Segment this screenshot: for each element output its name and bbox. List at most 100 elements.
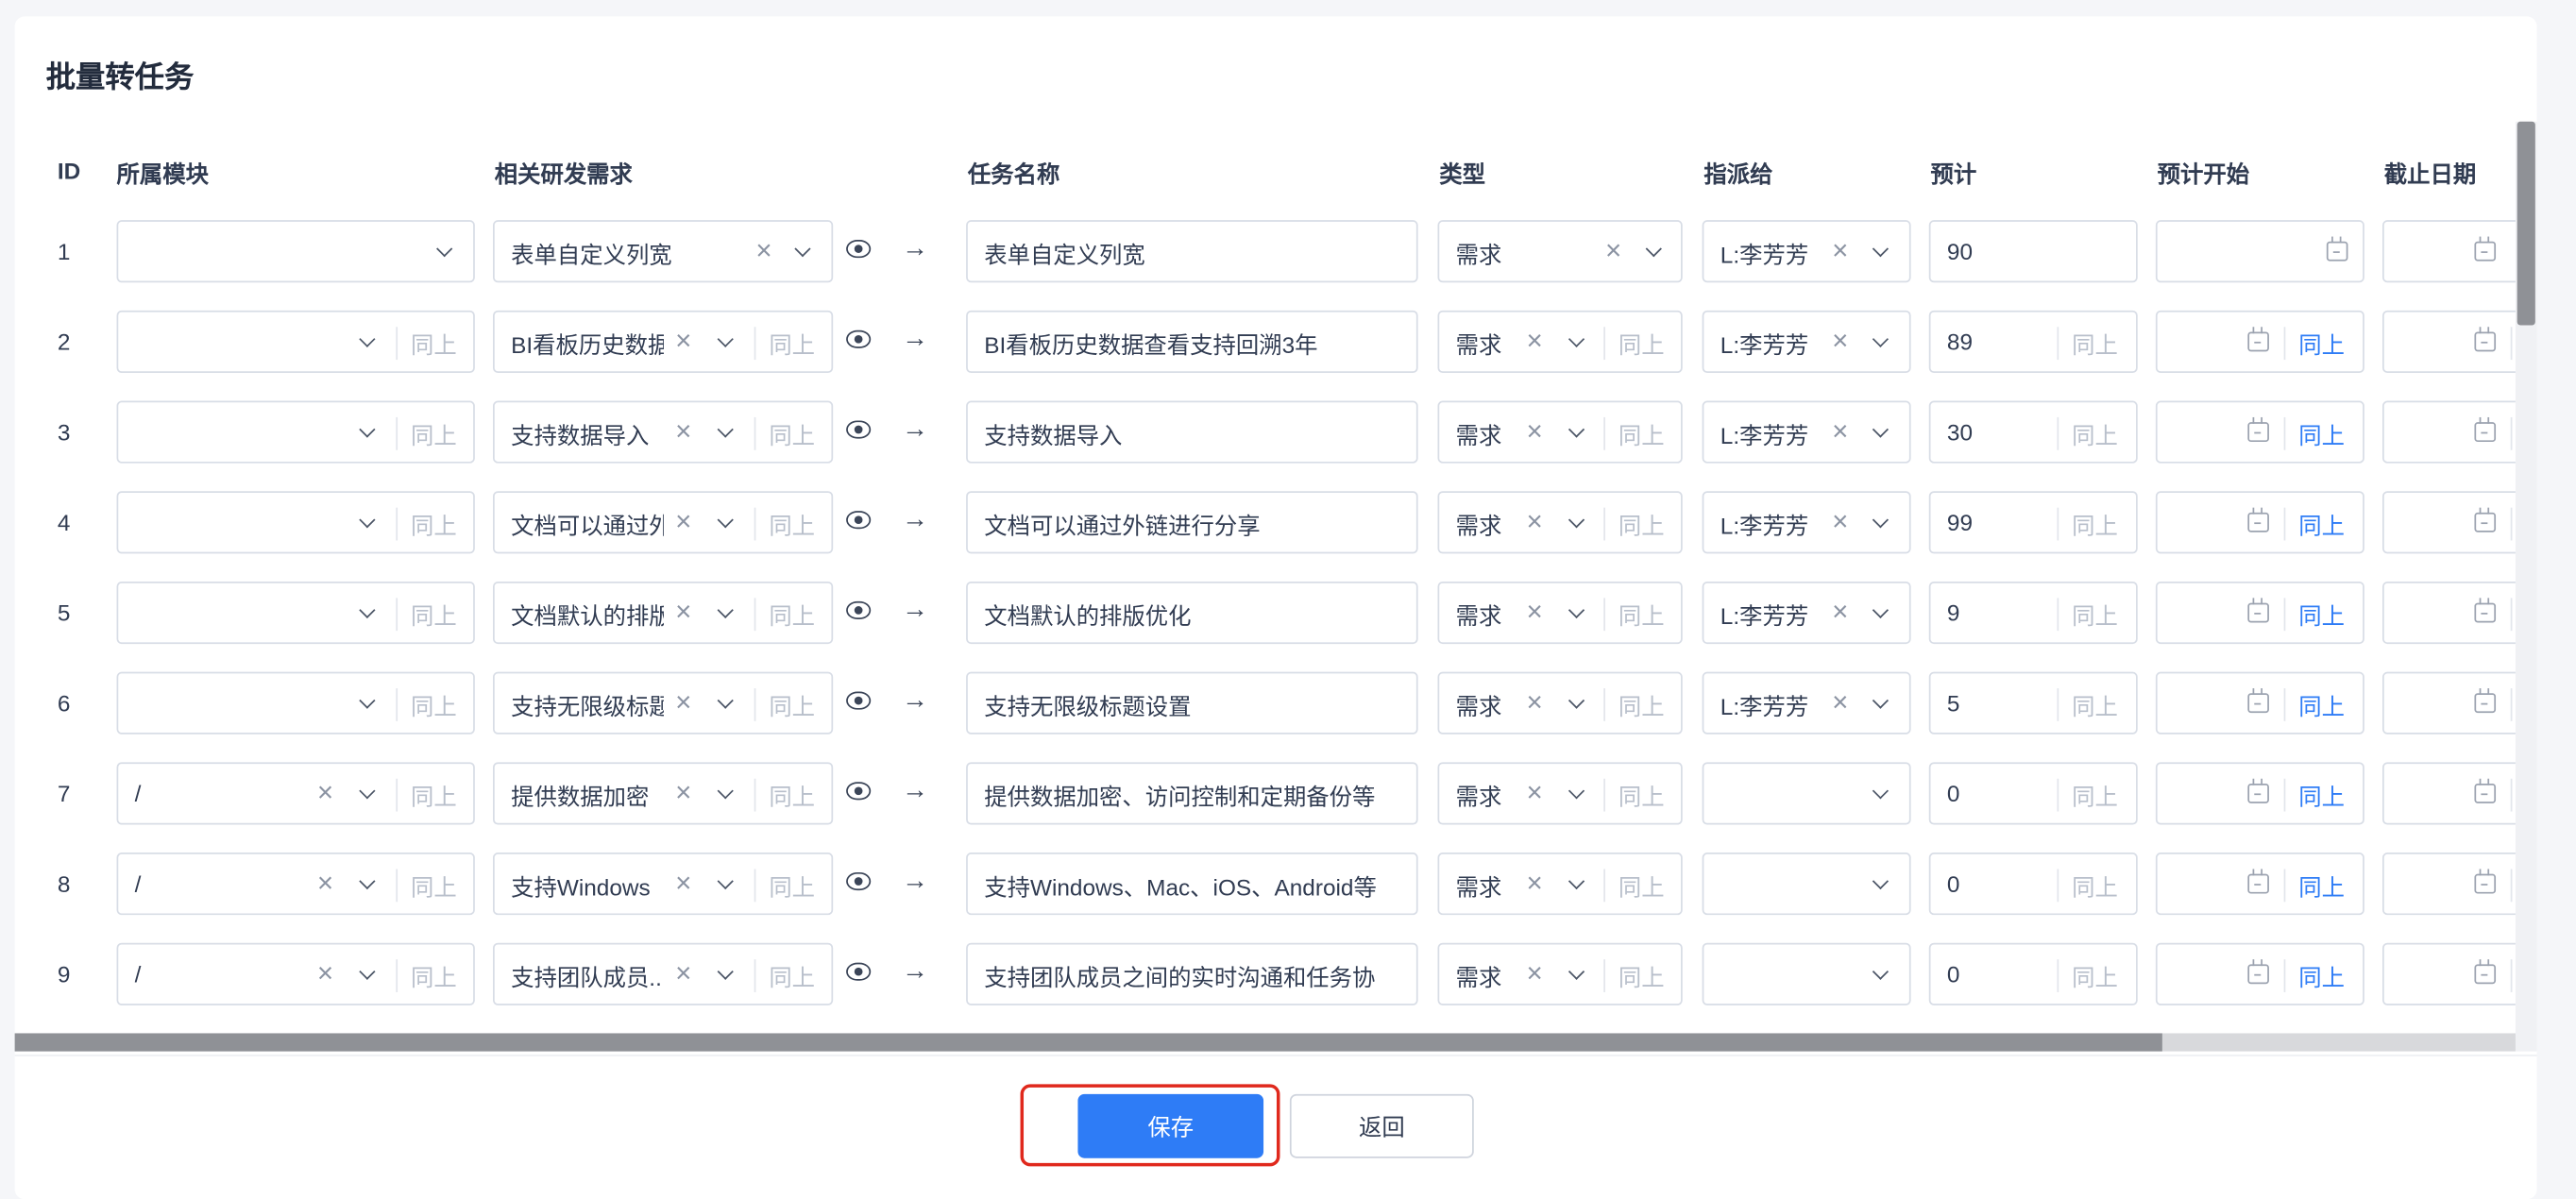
estimate-input[interactable]: 30 同上 [1928,400,2138,464]
assignee-select[interactable]: L:李芳芳 × [1702,310,1911,373]
clear-icon[interactable]: × [1526,778,1542,808]
story-select[interactable]: 文档默认的排版优化 × 同上 [493,581,834,645]
deadline-date-picker[interactable] [2382,942,2516,1005]
view-eye-icon[interactable] [846,962,872,981]
clear-icon[interactable]: × [675,958,691,988]
type-select[interactable]: 需求 × 同上 [1437,310,1683,373]
module-select[interactable] [116,220,475,283]
view-eye-icon[interactable] [846,871,872,891]
story-select[interactable]: BI看板历史数据查看支持回溯3年 × 同上 [493,310,834,373]
est-start-date-picker[interactable]: 同上 [2155,942,2364,1005]
type-select[interactable]: 需求 × 同上 [1437,853,1683,916]
view-eye-icon[interactable] [846,420,872,439]
story-select[interactable]: 支持数据导入 × 同上 [493,400,834,464]
back-button[interactable]: 返回 [1289,1093,1474,1158]
clear-icon[interactable]: × [1832,326,1848,356]
clear-icon[interactable]: × [1832,687,1848,718]
type-select[interactable]: 需求 × [1437,220,1683,283]
clear-icon[interactable]: × [1605,236,1621,266]
est-start-date-picker[interactable]: 同上 [2155,762,2364,825]
module-select[interactable]: 同上 [116,581,475,645]
estimate-input[interactable]: 9 同上 [1928,581,2138,645]
vertical-scrollbar-thumb[interactable] [2517,121,2535,326]
clear-icon[interactable]: × [755,236,771,266]
clear-icon[interactable]: × [1526,326,1542,356]
view-eye-icon[interactable] [846,691,872,710]
est-start-date-picker[interactable]: 同上 [2155,671,2364,735]
story-select[interactable]: 提供数据加密 × 同上 [493,762,834,825]
clear-icon[interactable]: × [1526,687,1542,718]
assignee-select[interactable] [1702,762,1911,825]
horizontal-scrollbar-thumb[interactable] [14,1033,2162,1052]
clear-icon[interactable]: × [1832,416,1848,447]
clear-icon[interactable]: × [317,958,333,988]
clear-icon[interactable]: × [675,507,691,537]
save-button[interactable]: 保存 [1077,1093,1264,1158]
clear-icon[interactable]: × [675,597,691,627]
clear-icon[interactable]: × [1526,958,1542,988]
task-name-input[interactable]: 文档可以通过外链进行分享 [966,491,1418,554]
clear-icon[interactable]: × [1832,236,1848,266]
estimate-input[interactable]: 99 同上 [1928,491,2138,554]
clear-icon[interactable]: × [675,869,691,898]
task-name-input[interactable]: 文档默认的排版优化 [966,581,1418,645]
est-start-date-picker[interactable]: 同上 [2155,310,2364,373]
clear-icon[interactable]: × [1832,507,1848,537]
estimate-input[interactable]: 89 同上 [1928,310,2138,373]
type-select[interactable]: 需求 × 同上 [1437,942,1683,1005]
task-name-input[interactable]: 表单自定义列宽 [966,220,1418,283]
clear-icon[interactable]: × [1526,507,1542,537]
deadline-date-picker[interactable] [2382,853,2516,916]
assignee-select[interactable]: L:李芳芳 × [1702,671,1911,735]
view-eye-icon[interactable] [846,329,872,348]
deadline-date-picker[interactable] [2382,671,2516,735]
module-select[interactable]: 同上 [116,491,475,554]
task-name-input[interactable]: BI看板历史数据查看支持回溯3年 [966,310,1418,373]
estimate-input[interactable]: 0 同上 [1928,853,2138,916]
clear-icon[interactable]: × [1526,597,1542,627]
module-select[interactable]: 同上 [116,400,475,464]
est-start-date-picker[interactable]: 同上 [2155,491,2364,554]
type-select[interactable]: 需求 × 同上 [1437,400,1683,464]
estimate-input[interactable]: 5 同上 [1928,671,2138,735]
story-select[interactable]: 表单自定义列宽 × [493,220,834,283]
task-name-input[interactable]: 支持无限级标题设置 [966,671,1418,735]
clear-icon[interactable]: × [1526,869,1542,898]
story-select[interactable]: 支持Windows × 同上 [493,853,834,916]
horizontal-scrollbar[interactable] [14,1033,2516,1052]
clear-icon[interactable]: × [317,778,333,808]
clear-icon[interactable]: × [675,778,691,808]
deadline-date-picker[interactable] [2382,310,2516,373]
view-eye-icon[interactable] [846,600,872,619]
deadline-date-picker[interactable] [2382,400,2516,464]
clear-icon[interactable]: × [675,416,691,447]
est-start-date-picker[interactable] [2155,220,2364,283]
task-name-input[interactable]: 支持团队成员之间的实时沟通和任务协 [966,942,1418,1005]
est-start-date-picker[interactable]: 同上 [2155,853,2364,916]
deadline-date-picker[interactable] [2382,491,2516,554]
view-eye-icon[interactable] [846,782,872,801]
module-select[interactable]: / × 同上 [116,762,475,825]
story-select[interactable]: 支持团队成员... × 同上 [493,942,834,1005]
assignee-select[interactable] [1702,942,1911,1005]
task-name-input[interactable]: 支持数据导入 [966,400,1418,464]
estimate-input[interactable]: 90 [1928,220,2138,283]
module-select[interactable]: / × 同上 [116,853,475,916]
type-select[interactable]: 需求 × 同上 [1437,491,1683,554]
type-select[interactable]: 需求 × 同上 [1437,671,1683,735]
est-start-date-picker[interactable]: 同上 [2155,581,2364,645]
deadline-date-picker[interactable] [2382,762,2516,825]
est-start-date-picker[interactable]: 同上 [2155,400,2364,464]
story-select[interactable]: 支持无限级标题设置 × 同上 [493,671,834,735]
story-select[interactable]: 文档可以通过外链进行分享 × 同上 [493,491,834,554]
assignee-select[interactable] [1702,853,1911,916]
type-select[interactable]: 需求 × 同上 [1437,762,1683,825]
deadline-date-picker[interactable] [2382,581,2516,645]
clear-icon[interactable]: × [675,687,691,718]
view-eye-icon[interactable] [846,240,872,259]
type-select[interactable]: 需求 × 同上 [1437,581,1683,645]
assignee-select[interactable]: L:李芳芳 × [1702,400,1911,464]
task-name-input[interactable]: 提供数据加密、访问控制和定期备份等 [966,762,1418,825]
clear-icon[interactable]: × [1526,416,1542,447]
clear-icon[interactable]: × [1832,597,1848,627]
